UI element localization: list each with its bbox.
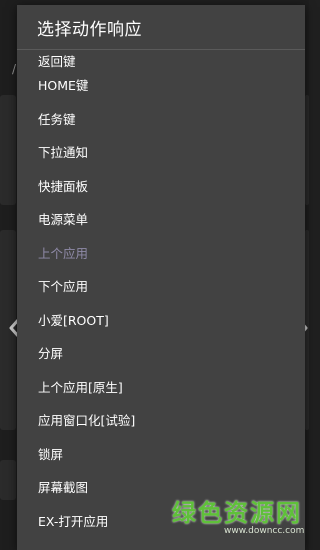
action-option[interactable]: 小爱[ROOT] xyxy=(17,303,305,337)
action-list: 返回键 HOME键 任务键 下拉通知 快捷面板 电源菜单上个应用下个应用 小爱[ROOT] 分… xyxy=(17,46,305,537)
action-option[interactable]: 返回键 xyxy=(17,46,305,69)
background-text: / xyxy=(12,62,17,76)
action-option[interactable]: 锁屏 xyxy=(17,437,305,471)
action-select-dialog: 选择动作响应 返回键 HOME键 任务键 下拉通知 快捷面板 电源菜单上个应用下个应用 小爱… xyxy=(17,5,305,550)
action-option[interactable]: 电源菜单 xyxy=(17,202,305,236)
background-card xyxy=(0,460,16,500)
background-card xyxy=(305,95,309,205)
action-option[interactable]: 分屏 xyxy=(17,336,305,370)
watermark-text: 绿色资源网 xyxy=(172,499,302,527)
action-option[interactable]: 应用窗口化[试验] xyxy=(17,403,305,437)
watermark-url: www.downcc.com xyxy=(224,526,305,536)
action-option[interactable]: 上个应用[原生] xyxy=(17,370,305,404)
background-card xyxy=(0,95,16,205)
action-option[interactable]: 下个应用 xyxy=(17,269,305,303)
dialog-title: 选择动作响应 xyxy=(17,5,305,50)
action-option[interactable]: 快捷面板 xyxy=(17,169,305,203)
action-option[interactable]: 任务键 xyxy=(17,102,305,136)
watermark: 绿色资源网 www.downcc.com xyxy=(172,493,306,545)
action-option: 上个应用 xyxy=(38,245,89,261)
action-option[interactable]: HOME键 xyxy=(17,68,305,102)
action-option[interactable]: 下拉通知 xyxy=(17,135,305,169)
